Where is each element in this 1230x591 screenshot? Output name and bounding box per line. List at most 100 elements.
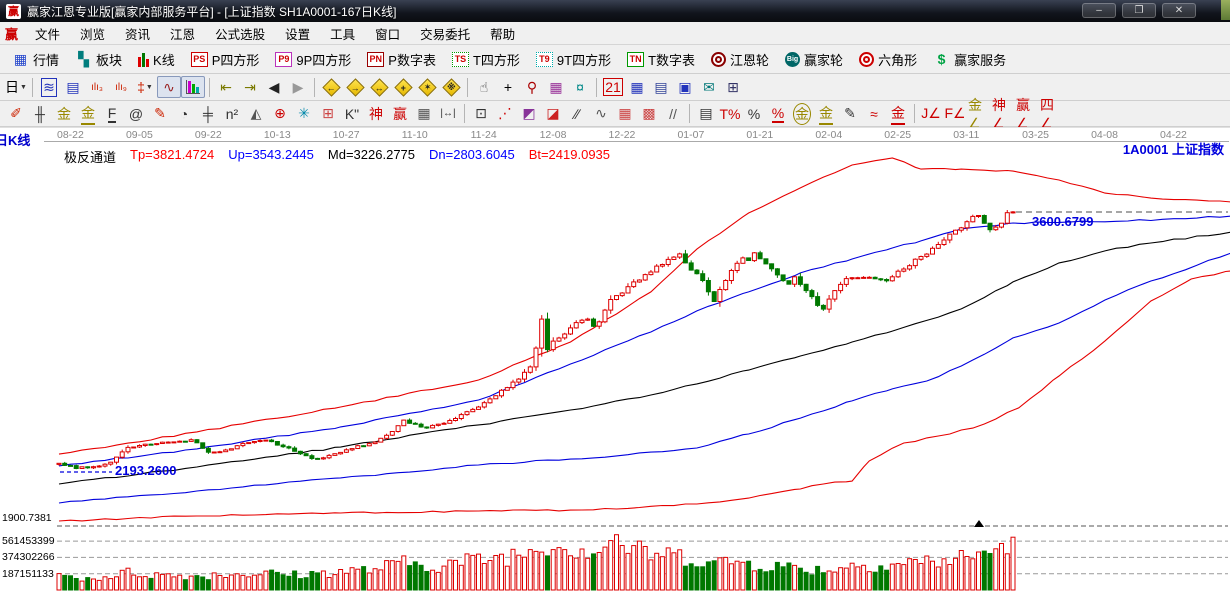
menu-item-3[interactable]: 江恩 bbox=[160, 22, 205, 45]
chart-area[interactable]: 08-2209-0509-2210-1310-2711-1011-2412-08… bbox=[0, 127, 1230, 591]
diamond-expand-icon[interactable]: ↔ bbox=[367, 76, 391, 98]
angle-ying-icon[interactable]: 赢∠ bbox=[1015, 103, 1039, 125]
step-back-icon[interactable]: ◀ bbox=[262, 76, 286, 98]
mail-globe-icon[interactable]: ✉ bbox=[697, 76, 721, 98]
kline-button[interactable]: K线 bbox=[130, 47, 183, 72]
diamond-star-icon[interactable]: ✶ bbox=[415, 76, 439, 98]
p-number-table-button[interactable]: PNP数字表 bbox=[359, 47, 444, 72]
menu-item-7[interactable]: 窗口 bbox=[365, 22, 410, 45]
ruler-gold-2-icon[interactable]: 金 bbox=[76, 103, 100, 125]
box-plus-icon[interactable]: ⊡ bbox=[469, 103, 493, 125]
percent-icon[interactable]: % bbox=[742, 103, 766, 125]
winner-wheel-button[interactable]: Big赢家轮 bbox=[777, 47, 851, 72]
step-forward-icon[interactable]: ▶ bbox=[286, 76, 310, 98]
p-square-button[interactable]: PSP四方形 bbox=[183, 47, 268, 72]
sectors-button[interactable]: ▚板块 bbox=[67, 47, 130, 72]
nine-p-square-button[interactable]: P99P四方形 bbox=[267, 47, 359, 72]
save-icon[interactable]: ▣ bbox=[673, 76, 697, 98]
workstation-icon[interactable]: ⊞ bbox=[721, 76, 745, 98]
gold-channel-icon[interactable]: 金 bbox=[886, 103, 910, 125]
ruler-fib-icon[interactable]: F bbox=[100, 103, 124, 125]
menu-item-6[interactable]: 工具 bbox=[320, 22, 365, 45]
spiral-tool-icon[interactable]: @ bbox=[124, 103, 148, 125]
grid-target-icon[interactable]: ⊞ bbox=[316, 103, 340, 125]
draw-knife-icon[interactable]: ✐ bbox=[4, 103, 28, 125]
gann-shape-tool-icon[interactable]: ▦ bbox=[544, 76, 568, 98]
nine-t-square-button[interactable]: T99T四方形 bbox=[528, 47, 619, 72]
menu-item-5[interactable]: 设置 bbox=[275, 22, 320, 45]
go-last-icon[interactable]: ⇥ bbox=[238, 76, 262, 98]
ruler-ticks-icon[interactable]: ╪ bbox=[196, 103, 220, 125]
menu-item-1[interactable]: 浏览 bbox=[70, 22, 115, 45]
period-daily-dropdown-icon[interactable]: 日▼ bbox=[4, 76, 28, 98]
k-quote-icon[interactable]: K" bbox=[340, 103, 364, 125]
diamond-cross-icon[interactable]: + bbox=[391, 76, 415, 98]
grid-red-2-icon[interactable]: ▩ bbox=[637, 103, 661, 125]
angle-shen-icon[interactable]: 神∠ bbox=[991, 103, 1015, 125]
wave-v-lines-icon[interactable]: ∿ bbox=[589, 103, 613, 125]
circle-cross-icon[interactable]: ⊕ bbox=[268, 103, 292, 125]
menu-item-2[interactable]: 资讯 bbox=[115, 22, 160, 45]
diamond-all-icon[interactable]: ※ bbox=[439, 76, 463, 98]
single-candle-dropdown-icon[interactable]: ‡▼ bbox=[133, 76, 157, 98]
winner-service-button[interactable]: $赢家服务 bbox=[925, 47, 1014, 72]
kline-canvas[interactable]: 08-2209-0509-2210-1310-2711-1011-2412-08… bbox=[0, 128, 1230, 591]
measure-point-icon[interactable]: ⚲ bbox=[520, 76, 544, 98]
fan-box-red-icon[interactable]: ◪ bbox=[541, 103, 565, 125]
menu-item-9[interactable]: 帮助 bbox=[480, 22, 525, 45]
gold-lines-icon[interactable]: 金 bbox=[814, 103, 838, 125]
menu-item-8[interactable]: 交易委托 bbox=[410, 22, 480, 45]
star-burst-icon[interactable]: ✳ bbox=[292, 103, 316, 125]
info-panel-icon[interactable]: ▤ bbox=[61, 76, 85, 98]
menu-item-4[interactable]: 公式选股 bbox=[205, 22, 275, 45]
protractor-45-icon[interactable]: ◔ bbox=[172, 103, 196, 125]
width-measure-icon[interactable]: |↔| bbox=[436, 103, 460, 125]
angle-gold-icon[interactable]: 金∠ bbox=[967, 103, 991, 125]
ruler-gold-1-icon[interactable]: 金 bbox=[52, 103, 76, 125]
pencil-measure-icon[interactable]: ✎ bbox=[838, 103, 862, 125]
angle-j-icon[interactable]: J∠ bbox=[919, 103, 943, 125]
percent-line-icon[interactable]: % bbox=[766, 103, 790, 125]
large-bars-icon[interactable]: ılı₉ bbox=[109, 76, 133, 98]
minimize-button[interactable]: – bbox=[1082, 3, 1116, 18]
compress-view-icon[interactable]: ≋ bbox=[37, 76, 61, 98]
calculator-icon[interactable]: ▦ bbox=[625, 76, 649, 98]
t-square-button[interactable]: TST四方形 bbox=[444, 47, 528, 72]
wave-fit-icon[interactable]: ≈ bbox=[862, 103, 886, 125]
mirror-tool-icon[interactable]: ◭ bbox=[244, 103, 268, 125]
hexagon-button[interactable]: 六角形 bbox=[851, 47, 925, 72]
grid-red-1-icon[interactable]: ▦ bbox=[613, 103, 637, 125]
quotes-button[interactable]: ▦行情 bbox=[4, 47, 67, 72]
fan-three-lines-icon[interactable]: ∕∕ bbox=[565, 103, 589, 125]
diamond-left-icon[interactable]: ← bbox=[319, 76, 343, 98]
calendar-21-icon[interactable]: 21 bbox=[601, 76, 625, 98]
ruler-plain-icon[interactable]: ╫ bbox=[28, 103, 52, 125]
diamond-right-icon[interactable]: → bbox=[343, 76, 367, 98]
gann-wheel-button[interactable]: 江恩轮 bbox=[703, 47, 777, 72]
go-first-icon[interactable]: ⇤ bbox=[214, 76, 238, 98]
gold-circle-icon[interactable]: 金 bbox=[790, 103, 814, 125]
window-titlebar[interactable]: 赢 赢家江恩专业版[赢家内部服务平台] - [上证指数 SH1A0001-167… bbox=[0, 0, 1230, 22]
close-button[interactable]: ✕ bbox=[1162, 3, 1196, 18]
menu-item-0[interactable]: 文件 bbox=[25, 22, 70, 45]
small-bars-icon[interactable]: ılı₃ bbox=[85, 76, 109, 98]
percent-table-icon[interactable]: ▤ bbox=[694, 103, 718, 125]
t-number-table-button[interactable]: TNT数字表 bbox=[619, 47, 703, 72]
color-histogram-icon[interactable] bbox=[181, 76, 205, 98]
grid-123-icon[interactable]: ▦ bbox=[412, 103, 436, 125]
ruler-n2-icon[interactable]: n² bbox=[220, 103, 244, 125]
gann-wave-tool-icon[interactable]: ∿ bbox=[157, 76, 181, 98]
pencil-ruler-icon[interactable]: ✎ bbox=[148, 103, 172, 125]
slash-lines-icon[interactable]: // bbox=[661, 103, 685, 125]
angle-f-icon[interactable]: F∠ bbox=[943, 103, 967, 125]
pan-hand-icon[interactable]: ☝ bbox=[472, 76, 496, 98]
maximize-button[interactable]: ❐ bbox=[1122, 3, 1156, 18]
crosshair-icon[interactable]: + bbox=[496, 76, 520, 98]
wave-gear-tool-icon[interactable]: ¤ bbox=[568, 76, 592, 98]
percent-t-icon[interactable]: T% bbox=[718, 103, 742, 125]
ruler-shen-icon[interactable]: 神 bbox=[364, 103, 388, 125]
fan-lines-icon[interactable]: ⋰ bbox=[493, 103, 517, 125]
angle-si-icon[interactable]: 四∠ bbox=[1039, 103, 1063, 125]
ruler-ying-icon[interactable]: 赢 bbox=[388, 103, 412, 125]
fan-box-purple-icon[interactable]: ◩ bbox=[517, 103, 541, 125]
